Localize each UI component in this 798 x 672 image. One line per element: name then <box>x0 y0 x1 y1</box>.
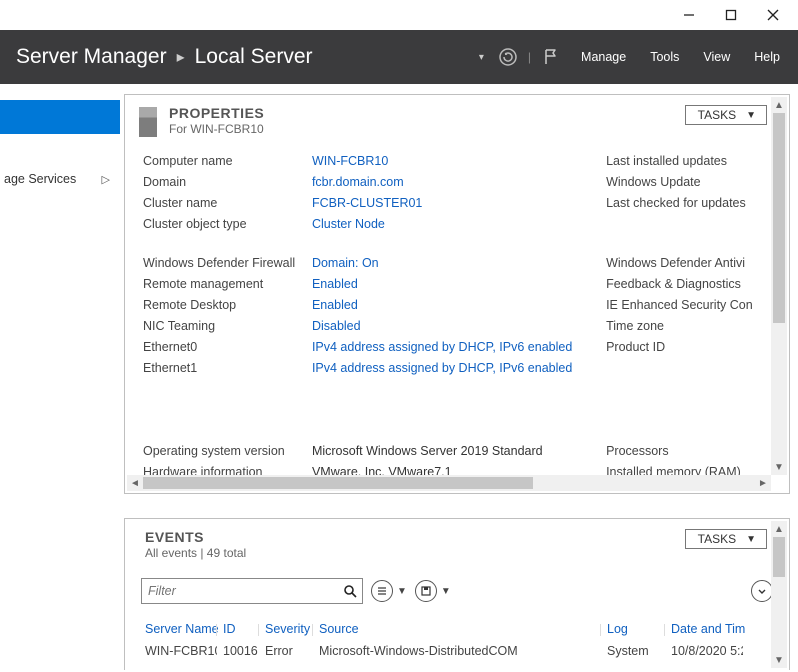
events-filter-input[interactable] <box>142 584 338 598</box>
tasks-label: TASKS <box>698 532 736 546</box>
label-time-zone: Time zone <box>606 316 775 337</box>
events-save-query-button[interactable]: ▼ <box>415 580 451 602</box>
sidebar-item-selected[interactable] <box>0 100 120 134</box>
scroll-thumb[interactable] <box>143 477 533 489</box>
label-computer-name: Computer name <box>143 151 312 172</box>
value-cluster-name[interactable]: FCBR-CLUSTER01 <box>312 193 606 214</box>
scroll-right-icon[interactable]: ► <box>755 475 771 491</box>
caret-down-icon: ▼ <box>441 586 451 597</box>
tasks-label: TASKS <box>698 108 736 122</box>
events-vertical-scrollbar[interactable]: ▲ ▼ <box>771 521 787 668</box>
notifications-flag-icon[interactable] <box>539 45 563 69</box>
window-maximize-button[interactable] <box>710 1 752 29</box>
breadcrumb: Server Manager ▸ Local Server <box>16 45 479 69</box>
search-icon[interactable] <box>338 584 362 598</box>
events-table-row[interactable]: WIN-FCBR10 10016 Error Microsoft-Windows… <box>139 640 775 662</box>
events-heading: EVENTS <box>145 529 775 545</box>
cell-severity: Error <box>259 640 313 662</box>
value-remote-mgmt[interactable]: Enabled <box>312 274 606 295</box>
cell-date: 10/8/2020 5:2 <box>665 640 743 662</box>
label-remote-desktop: Remote Desktop <box>143 295 312 316</box>
properties-heading: PROPERTIES <box>169 105 264 121</box>
col-severity[interactable]: Severity <box>259 618 313 640</box>
cell-id: 10016 <box>217 640 259 662</box>
label-defender-av: Windows Defender Antivi <box>606 253 775 274</box>
menu-help[interactable]: Help <box>754 50 780 64</box>
value-ethernet1[interactable]: IPv4 address assigned by DHCP, IPv6 enab… <box>312 358 606 379</box>
col-server-name[interactable]: Server Name <box>139 618 217 640</box>
scroll-up-icon[interactable]: ▲ <box>771 97 787 113</box>
col-source[interactable]: Source <box>313 618 601 640</box>
value-nic-teaming[interactable]: Disabled <box>312 316 606 337</box>
col-id[interactable]: ID <box>217 618 259 640</box>
label-processors: Processors <box>606 441 775 462</box>
server-icon <box>139 107 157 137</box>
scroll-thumb[interactable] <box>773 537 785 577</box>
app-title[interactable]: Server Manager <box>16 45 167 69</box>
cell-log: System <box>601 640 665 662</box>
window-minimize-button[interactable] <box>668 1 710 29</box>
window-close-button[interactable] <box>752 1 794 29</box>
caret-down-icon: ▼ <box>397 586 407 597</box>
caret-down-icon: ▼ <box>746 534 756 545</box>
properties-tasks-button[interactable]: TASKS ▼ <box>685 105 767 125</box>
value-firewall[interactable]: Domain: On <box>312 253 606 274</box>
label-domain: Domain <box>143 172 312 193</box>
label-ethernet1: Ethernet1 <box>143 358 312 379</box>
sidebar-item-storage-services[interactable]: age Services ▷ <box>0 164 120 194</box>
col-date[interactable]: Date and Tim <box>665 618 743 640</box>
menu-manage[interactable]: Manage <box>581 50 626 64</box>
cell-source: Microsoft-Windows-DistributedCOM <box>313 640 601 662</box>
events-filter-box[interactable] <box>141 578 363 604</box>
menu-view[interactable]: View <box>703 50 730 64</box>
breadcrumb-dropdown-icon[interactable]: ▾ <box>479 52 484 63</box>
value-computer-name[interactable]: WIN-FCBR10 <box>312 151 606 172</box>
events-tasks-button[interactable]: TASKS ▼ <box>685 529 767 549</box>
value-ethernet0[interactable]: IPv4 address assigned by DHCP, IPv6 enab… <box>312 337 606 358</box>
properties-vertical-scrollbar[interactable]: ▲ ▼ <box>771 97 787 475</box>
scroll-up-icon[interactable]: ▲ <box>771 521 787 537</box>
col-log[interactable]: Log <box>601 618 665 640</box>
value-remote-desktop[interactable]: Enabled <box>312 295 606 316</box>
label-remote-mgmt: Remote management <box>143 274 312 295</box>
value-os-version: Microsoft Windows Server 2019 Standard <box>312 441 606 462</box>
label-product-id: Product ID <box>606 337 775 358</box>
caret-down-icon: ▼ <box>746 110 756 121</box>
page-title[interactable]: Local Server <box>195 45 313 69</box>
scroll-left-icon[interactable]: ◄ <box>127 475 143 491</box>
chevron-right-icon: ▷ <box>102 173 110 186</box>
label-nic-teaming: NIC Teaming <box>143 316 312 337</box>
menu-tools[interactable]: Tools <box>650 50 679 64</box>
label-ethernet0: Ethernet0 <box>143 337 312 358</box>
properties-subheading: For WIN-FCBR10 <box>169 122 264 136</box>
events-subheading: All events | 49 total <box>145 546 775 560</box>
label-firewall: Windows Defender Firewall <box>143 253 312 274</box>
label-last-installed-updates: Last installed updates <box>606 151 775 172</box>
sidebar-item-label: age Services <box>4 172 76 186</box>
chevron-down-icon <box>751 580 773 602</box>
scroll-down-icon[interactable]: ▼ <box>771 652 787 668</box>
save-icon <box>415 580 437 602</box>
list-options-icon <box>371 580 393 602</box>
breadcrumb-separator-icon: ▸ <box>177 47 185 67</box>
scroll-thumb[interactable] <box>773 113 785 323</box>
header-separator: | <box>528 50 531 64</box>
events-view-options-button[interactable]: ▼ <box>371 580 407 602</box>
scroll-down-icon[interactable]: ▼ <box>771 459 787 475</box>
events-expand-button[interactable] <box>751 580 773 602</box>
label-windows-update: Windows Update <box>606 172 775 193</box>
value-cluster-object-type[interactable]: Cluster Node <box>312 214 606 235</box>
label-cluster-name: Cluster name <box>143 193 312 214</box>
value-domain[interactable]: fcbr.domain.com <box>312 172 606 193</box>
label-os-version: Operating system version <box>143 441 312 462</box>
label-ie-esc: IE Enhanced Security Con <box>606 295 775 316</box>
label-cluster-object-type: Cluster object type <box>143 214 312 235</box>
label-last-checked: Last checked for updates <box>606 193 775 214</box>
properties-horizontal-scrollbar[interactable]: ◄ ► <box>127 475 771 491</box>
events-table-header[interactable]: Server Name ID Severity Source Log Date … <box>139 618 775 640</box>
label-feedback: Feedback & Diagnostics <box>606 274 775 295</box>
cell-server: WIN-FCBR10 <box>139 640 217 662</box>
refresh-icon[interactable] <box>496 45 520 69</box>
